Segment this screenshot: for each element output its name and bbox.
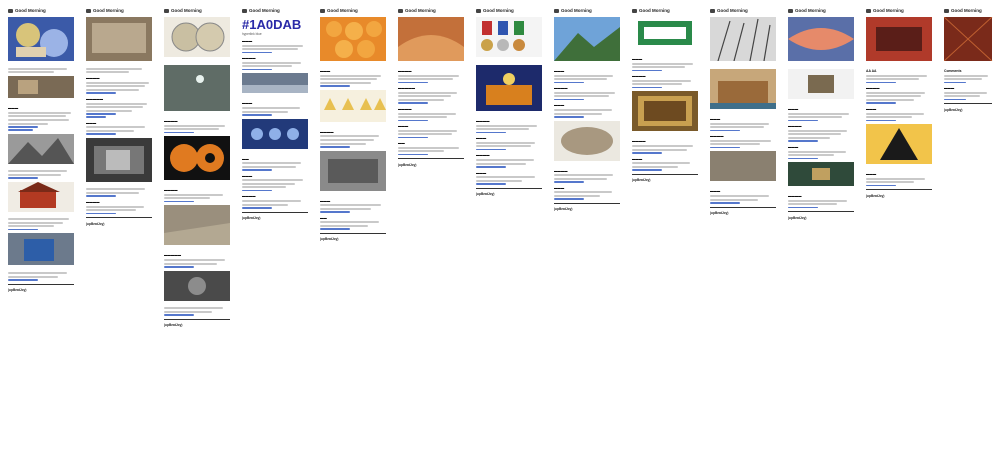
hero-image xyxy=(632,17,698,49)
mail-icon xyxy=(632,8,637,13)
newsletter-title: Good Morning xyxy=(717,8,748,13)
newsletter-title: Good Morning xyxy=(171,8,202,13)
hero-image xyxy=(710,17,776,62)
newsletter-title: Good Morning xyxy=(561,8,592,13)
newsletter-column-1: Good Morning ▬▬▬ (upBeatJoy) xyxy=(6,6,76,450)
article-image xyxy=(320,150,386,191)
newsletter-title: Good Morning xyxy=(93,8,124,13)
newsletter-title: Good Morning xyxy=(639,8,670,13)
section-title: ▬▬▬ xyxy=(8,106,19,111)
comparison-label: AA AA xyxy=(866,69,877,73)
article-image xyxy=(86,137,152,182)
mail-icon xyxy=(554,8,559,13)
article-image xyxy=(8,181,74,212)
article-image xyxy=(8,133,74,164)
mail-icon xyxy=(866,8,871,13)
article-image xyxy=(242,118,308,149)
article-image xyxy=(788,162,854,187)
article-image xyxy=(8,76,74,99)
newsletter-column-4: Good Morning #1A0DAB hyperlink blue ▬▬▬ … xyxy=(240,6,310,450)
hero-image xyxy=(866,17,932,61)
footer-label: (upBeatJoy) xyxy=(242,216,261,221)
newsletter-column-7: Good Morning ▬▬▬▬ ▬▬▬ ▬▬▬▬ ▬▬▬ (upBeatJo… xyxy=(474,6,544,450)
mail-icon xyxy=(242,8,247,13)
article-image xyxy=(242,73,308,94)
article-image xyxy=(8,233,74,266)
footer-label: (upBeatJoy) xyxy=(866,193,885,198)
footer-label: (upBeatJoy) xyxy=(944,107,963,112)
mail-icon xyxy=(398,8,403,13)
footer-label: (upBeatJoy) xyxy=(710,211,729,216)
footer-label: (upBeatJoy) xyxy=(164,323,183,328)
column-header: Good Morning xyxy=(6,6,76,15)
footer-label: (upBeatJoy) xyxy=(632,178,651,183)
mail-icon xyxy=(476,8,481,13)
hero-image xyxy=(320,17,386,61)
comparison-labels: AA AA xyxy=(866,69,932,73)
newsletter-title: Good Morning xyxy=(873,8,904,13)
newsletter-column-2: Good Morning ▬▬▬▬ ▬▬▬▬▬ ▬▬▬ ▬▬▬▬ (upBeat… xyxy=(84,6,154,450)
article-image xyxy=(632,91,698,132)
mail-icon xyxy=(788,8,793,13)
footer-label: (upBeatJoy) xyxy=(476,192,495,197)
newsletter-column-8: Good Morning ▬▬▬ ▬▬▬▬ ▬▬▬ ▬▬▬▬ ▬▬▬ (upBe… xyxy=(552,6,622,450)
mail-icon xyxy=(320,8,325,13)
article-image xyxy=(866,124,932,165)
footer-label: (upBeatJoy) xyxy=(8,288,27,293)
hero-image xyxy=(476,17,542,57)
newsletter-title: Good Morning xyxy=(951,8,982,13)
color-code-subtitle: hyperlink blue xyxy=(242,32,262,36)
article-image xyxy=(164,205,230,246)
article-image xyxy=(788,69,854,99)
hero-image xyxy=(398,17,464,61)
article-image xyxy=(320,89,386,122)
footer-label: (upBeatJoy) xyxy=(788,215,807,220)
hero-image xyxy=(164,17,230,57)
hero-image xyxy=(554,17,620,61)
newsletter-title: Good Morning xyxy=(795,8,826,13)
hero-image xyxy=(86,17,152,61)
article-image xyxy=(554,120,620,161)
mail-icon xyxy=(86,8,91,13)
newsletter-column-9: Good Morning ▬▬▬ ▬▬▬▬ ▬▬▬▬ ▬▬▬ (upBeatJo… xyxy=(630,6,700,450)
newsletter-title: Good Morning xyxy=(327,8,358,13)
newsletter-title: Good Morning xyxy=(249,8,280,13)
newsletter-title: Good Morning xyxy=(15,8,46,13)
mail-icon xyxy=(944,8,949,13)
article-image xyxy=(476,65,542,111)
mail-icon xyxy=(710,8,715,13)
newsletter-column-13: Good Morning Comments ▬▬▬ (upBeatJoy) xyxy=(942,6,994,450)
newsletter-column-6: Good Morning ▬▬▬▬ ▬▬▬▬▬ ▬▬▬▬ ▬▬▬ ▬▬ (upB… xyxy=(396,6,466,450)
article-image xyxy=(164,136,230,181)
footer-label: (upBeatJoy) xyxy=(86,221,105,226)
footer-label: (upBeatJoy) xyxy=(320,237,339,242)
footer-label: (upBeatJoy) xyxy=(398,163,417,168)
color-code-title: #1A0DAB xyxy=(242,17,302,32)
mail-icon xyxy=(8,8,13,13)
newsletter-title: Good Morning xyxy=(405,8,436,13)
section-title: Comments xyxy=(944,69,962,73)
footer-label: (upBeatJoy) xyxy=(554,207,573,212)
newsletter-column-12: Good Morning AA AA ▬▬▬▬ ▬▬▬ ▬▬▬ (upBeatJ… xyxy=(864,6,934,450)
column-header: Good Morning xyxy=(84,6,154,15)
article-image xyxy=(164,270,230,301)
mail-icon xyxy=(164,8,169,13)
article-image xyxy=(710,69,776,109)
newsletter-column-10: Good Morning ▬▬▬ ▬▬▬▬ ▬▬▬ (upBeatJoy) xyxy=(708,6,778,450)
newsletter-title: Good Morning xyxy=(483,8,514,13)
hero-image xyxy=(788,17,854,61)
newsletter-column-5: Good Morning ▬▬▬ ▬▬▬▬ ▬▬▬ ▬▬ (upBeatJoy) xyxy=(318,6,388,450)
article-image xyxy=(164,65,230,111)
newsletter-column-11: Good Morning ▬▬▬ ▬▬▬▬ ▬▬▬ ▬▬▬▬ (upBeatJo… xyxy=(786,6,856,450)
hero-image xyxy=(8,17,74,61)
newsletter-column-3: Good Morning ▬▬▬▬ ▬▬▬▬ ▬▬▬▬▬ (upBeatJoy) xyxy=(162,6,232,450)
hero-image xyxy=(943,16,993,62)
article-image xyxy=(710,151,776,182)
